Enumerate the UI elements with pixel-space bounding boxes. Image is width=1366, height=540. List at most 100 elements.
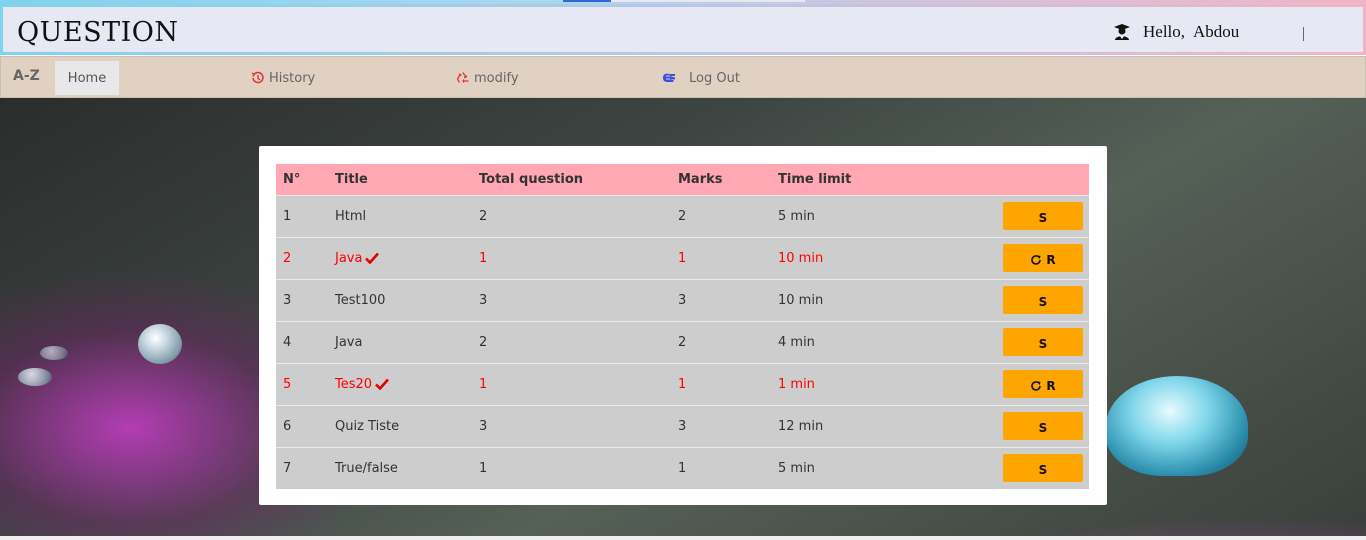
cell-number-text: 7 bbox=[283, 460, 292, 476]
greeting-text: Hello, bbox=[1143, 22, 1186, 41]
cell-title-text: Quiz Tiste bbox=[335, 418, 400, 434]
col-action bbox=[931, 164, 1089, 195]
cell-time: 12 min bbox=[771, 405, 931, 447]
cell-title: Quiz Tiste bbox=[328, 405, 472, 447]
cell-title: Test100 bbox=[328, 279, 472, 321]
start-button[interactable]: S bbox=[1003, 286, 1083, 314]
cell-marks: 3 bbox=[671, 405, 771, 447]
checkmark-icon bbox=[375, 378, 390, 390]
cell-total-text: 2 bbox=[479, 334, 488, 350]
cell-number: 2 bbox=[276, 237, 328, 279]
cell-marks: 1 bbox=[671, 363, 771, 405]
button-label: R bbox=[1046, 253, 1056, 267]
nav-home-label: Home bbox=[67, 70, 107, 86]
cell-title: Html bbox=[328, 195, 472, 237]
nav-modify-label: modify bbox=[474, 70, 519, 86]
table-row: 7 True/false 1 1 5 min S bbox=[276, 447, 1089, 489]
cell-action: S bbox=[931, 195, 1089, 237]
hand-wave-icon bbox=[663, 73, 675, 82]
cell-time: 5 min bbox=[771, 195, 931, 237]
water-droplet bbox=[138, 324, 182, 364]
cell-action: R bbox=[931, 237, 1089, 279]
button-label: S bbox=[1038, 211, 1048, 225]
cell-time-text: 12 min bbox=[778, 418, 824, 434]
checkmark-icon bbox=[365, 252, 380, 264]
cell-total: 2 bbox=[472, 321, 671, 363]
cell-total-text: 3 bbox=[479, 292, 488, 308]
cell-time-text: 1 min bbox=[778, 376, 815, 392]
button-label: R bbox=[1046, 379, 1056, 393]
start-button[interactable]: S bbox=[1003, 328, 1083, 356]
cell-title-text: True/false bbox=[335, 460, 398, 476]
cell-number: 4 bbox=[276, 321, 328, 363]
retry-button[interactable]: R bbox=[1003, 370, 1083, 398]
start-button[interactable]: S bbox=[1003, 412, 1083, 440]
water-droplet bbox=[18, 368, 52, 386]
cell-title: True/false bbox=[328, 447, 472, 489]
water-droplet bbox=[40, 346, 68, 360]
cell-number-text: 5 bbox=[283, 376, 292, 392]
nav-bar: A-Z Home History modify Log Out bbox=[0, 56, 1366, 98]
start-button[interactable]: S bbox=[1003, 454, 1083, 483]
col-number: N° bbox=[283, 171, 301, 187]
cell-number-text: 1 bbox=[283, 208, 292, 224]
cell-title-text: Tes20 bbox=[335, 376, 373, 392]
cell-title: Tes20 bbox=[328, 363, 472, 405]
cell-total-text: 1 bbox=[479, 460, 488, 476]
cell-total-text: 2 bbox=[479, 208, 488, 224]
table-row: 5 Tes20 1 1 1 min R bbox=[276, 363, 1089, 405]
col-marks: Marks bbox=[678, 171, 723, 187]
cell-total-text: 1 bbox=[479, 250, 488, 266]
cell-number: 6 bbox=[276, 405, 328, 447]
large-water-droplet bbox=[1106, 376, 1248, 476]
start-button[interactable]: S bbox=[1003, 202, 1083, 230]
nav-modify[interactable]: modify bbox=[456, 61, 519, 95]
cell-time: 10 min bbox=[771, 237, 931, 279]
retry-button[interactable]: R bbox=[1003, 244, 1083, 272]
cell-title-text: Test100 bbox=[335, 292, 386, 308]
cell-time-text: 10 min bbox=[778, 250, 824, 266]
cell-time: 1 min bbox=[771, 363, 931, 405]
redo-icon bbox=[1031, 381, 1042, 391]
cell-time-text: 10 min bbox=[778, 292, 824, 308]
cell-marks-text: 3 bbox=[678, 418, 687, 434]
nav-logo[interactable]: A-Z bbox=[13, 68, 40, 84]
cell-time: 4 min bbox=[771, 321, 931, 363]
nav-history[interactable]: History bbox=[251, 61, 315, 95]
button-label: S bbox=[1038, 337, 1048, 351]
cell-number-text: 6 bbox=[283, 418, 292, 434]
app-title: QUESTION bbox=[17, 17, 179, 48]
col-title: Title bbox=[335, 171, 368, 187]
cell-number-text: 2 bbox=[283, 250, 292, 266]
user-graduate-icon bbox=[1114, 24, 1130, 40]
cell-time: 5 min bbox=[771, 447, 931, 489]
cell-number: 7 bbox=[276, 447, 328, 489]
redo-icon bbox=[1031, 255, 1042, 265]
cell-number: 1 bbox=[276, 195, 328, 237]
cell-title: Java bbox=[328, 321, 472, 363]
cell-action: S bbox=[931, 279, 1089, 321]
nav-logout[interactable]: Log Out bbox=[661, 61, 740, 95]
cell-total-text: 1 bbox=[479, 376, 488, 392]
table-row: 6 Quiz Tiste 3 3 12 min S bbox=[276, 405, 1089, 447]
cell-title-text: Java bbox=[335, 250, 363, 266]
cell-time: 10 min bbox=[771, 279, 931, 321]
bottom-strip bbox=[0, 536, 1366, 540]
cell-total: 1 bbox=[472, 447, 671, 489]
cell-marks-text: 2 bbox=[678, 334, 687, 350]
table-row: 3 Test100 3 3 10 min S bbox=[276, 279, 1089, 321]
cell-action: S bbox=[931, 321, 1089, 363]
col-time-limit: Time limit bbox=[778, 171, 852, 187]
cell-total-text: 3 bbox=[479, 418, 488, 434]
table-row: 2 Java 1 1 10 min R bbox=[276, 237, 1089, 279]
username: Abdou bbox=[1193, 22, 1240, 41]
cell-marks-text: 1 bbox=[678, 460, 687, 476]
cell-marks-text: 3 bbox=[678, 292, 687, 308]
cell-marks-text: 2 bbox=[678, 208, 687, 224]
cell-number-text: 3 bbox=[283, 292, 292, 308]
cell-marks: 3 bbox=[671, 279, 771, 321]
nav-history-label: History bbox=[269, 70, 316, 86]
cell-total: 2 bbox=[472, 195, 671, 237]
table-row: 4 Java 2 2 4 min S bbox=[276, 321, 1089, 363]
nav-home[interactable]: Home bbox=[55, 61, 119, 95]
